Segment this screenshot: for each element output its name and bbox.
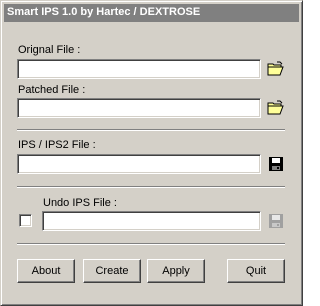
floppy-disk-icon [269, 214, 283, 228]
original-file-input[interactable] [17, 59, 261, 79]
separator [17, 186, 285, 188]
undo-ips-label: Undo IPS File : [43, 197, 117, 209]
create-button[interactable]: Create [83, 259, 141, 283]
ips-file-label: IPS / IPS2 File : [18, 139, 96, 151]
separator [17, 243, 285, 245]
patched-file-input[interactable] [17, 98, 261, 118]
patched-file-label: Patched File : [18, 84, 86, 96]
quit-button[interactable]: Quit [227, 259, 285, 283]
main-window: Smart IPS 1.0 by Hartec / DEXTROSE Orign… [0, 0, 303, 306]
about-button[interactable]: About [17, 259, 75, 283]
original-browse-button[interactable] [265, 58, 287, 80]
patched-browse-button[interactable] [265, 97, 287, 119]
ips-file-input[interactable] [17, 154, 261, 174]
undo-ips-file-input[interactable] [42, 211, 261, 231]
undo-save-button[interactable] [265, 210, 287, 232]
separator [17, 129, 285, 131]
window-title: Smart IPS 1.0 by Hartec / DEXTROSE [7, 6, 201, 18]
apply-button[interactable]: Apply [147, 259, 205, 283]
ips-save-button[interactable] [265, 153, 287, 175]
floppy-disk-icon [269, 157, 283, 171]
undo-ips-checkbox[interactable] [19, 214, 32, 227]
open-folder-icon [267, 100, 284, 115]
title-bar[interactable]: Smart IPS 1.0 by Hartec / DEXTROSE [4, 4, 299, 22]
open-folder-icon [267, 61, 284, 76]
original-file-label: Orignal File : [18, 44, 81, 56]
